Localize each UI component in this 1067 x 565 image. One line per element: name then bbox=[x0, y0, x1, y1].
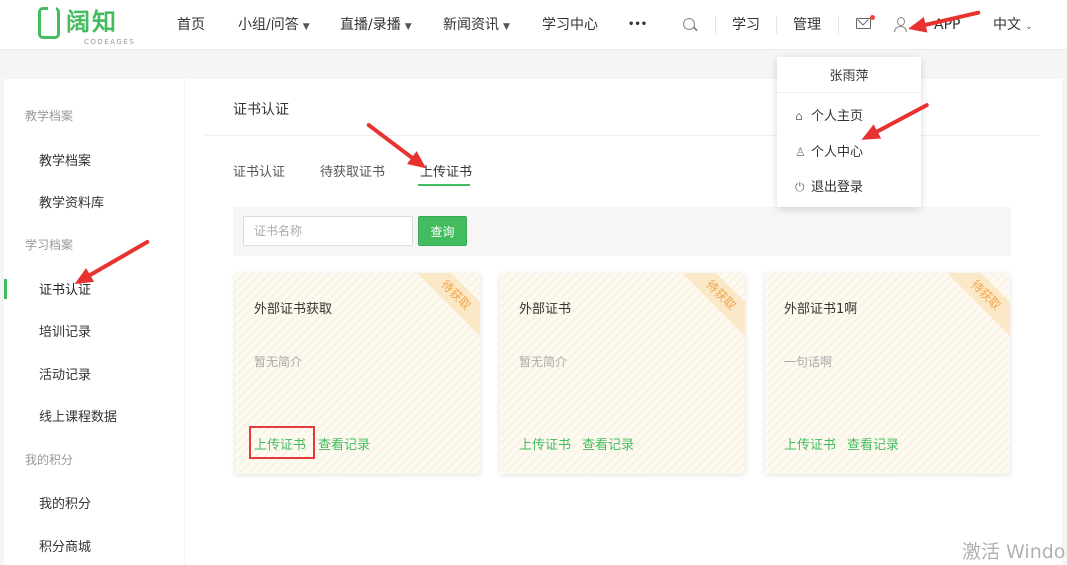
page-title: 证书认证 bbox=[233, 102, 289, 118]
language-select[interactable]: 中文 ⌄ bbox=[993, 0, 1033, 50]
card-description: 暂无简介 bbox=[519, 355, 568, 369]
nav-news[interactable]: 新闻资讯 ▼ bbox=[443, 0, 510, 50]
logo-mark-icon bbox=[38, 7, 60, 39]
main-panel: 证书认证 证书认证 待获取证书 上传证书 查询 待获取 外部证书获取 暂无简介 … bbox=[185, 79, 1062, 565]
status-badge: 待获取 bbox=[412, 273, 480, 339]
nav-study-center[interactable]: 学习中心 bbox=[542, 0, 598, 50]
nav-live-recorded[interactable]: 直播/录播 ▼ bbox=[340, 0, 412, 50]
card-title: 外部证书获取 bbox=[254, 302, 333, 317]
sidebar-item-online-course-data[interactable]: 线上课程数据 bbox=[39, 406, 117, 425]
username: 张雨萍 bbox=[829, 69, 869, 84]
upload-certificate-link[interactable]: 上传证书 bbox=[254, 434, 306, 453]
user-icon[interactable] bbox=[894, 17, 908, 33]
certificate-card: 待获取 外部证书1啊 一句话啊 上传证书 查看记录 bbox=[765, 273, 1010, 474]
sidebar-item-points-mall[interactable]: 积分商城 bbox=[39, 536, 91, 555]
sidebar-item-teaching-archive[interactable]: 教学档案 bbox=[39, 150, 91, 169]
status-badge: 待获取 bbox=[677, 273, 745, 339]
view-records-link[interactable]: 查看记录 bbox=[318, 434, 370, 453]
upload-certificate-link[interactable]: 上传证书 bbox=[519, 434, 571, 453]
search-icon[interactable] bbox=[683, 18, 695, 30]
sidebar-group-teaching: 教学档案 bbox=[25, 109, 74, 123]
card-title: 外部证书1啊 bbox=[784, 302, 858, 317]
search-bar: 查询 bbox=[233, 207, 1011, 256]
upload-certificate-link[interactable]: 上传证书 bbox=[784, 434, 836, 453]
tab-certificate-auth[interactable]: 证书认证 bbox=[233, 161, 285, 180]
certificate-card: 待获取 外部证书获取 暂无简介 上传证书 查看记录 bbox=[235, 273, 480, 474]
sidebar-group-learning: 学习档案 bbox=[25, 238, 74, 252]
card-title: 外部证书 bbox=[519, 302, 572, 317]
logo-subtitle: CODEAGES bbox=[84, 38, 136, 46]
active-tab-underline bbox=[418, 184, 470, 186]
menu-item-personal-home[interactable]: ⌂ 个人主页 bbox=[795, 105, 863, 124]
certificate-card: 待获取 外部证书 暂无简介 上传证书 查看记录 bbox=[500, 273, 745, 474]
nav-app[interactable]: APP bbox=[934, 0, 960, 50]
caret-down-icon: ▼ bbox=[503, 22, 510, 32]
nav-groups-qa[interactable]: 小组/问答 ▼ bbox=[238, 0, 310, 50]
power-icon: ⏻ bbox=[795, 180, 805, 194]
divider bbox=[776, 16, 777, 34]
user-dropdown-menu: 张雨萍 ⌂ 个人主页 ♙ 个人中心 ⏻ 退出登录 bbox=[777, 57, 921, 207]
nav-home[interactable]: 首页 bbox=[177, 0, 205, 50]
view-records-link[interactable]: 查看记录 bbox=[582, 434, 634, 453]
search-button[interactable]: 查询 bbox=[418, 216, 467, 246]
caret-down-icon: ▼ bbox=[404, 22, 412, 32]
caret-down-icon: ▼ bbox=[302, 22, 310, 32]
sidebar-item-teaching-materials[interactable]: 教学资料库 bbox=[39, 192, 104, 211]
logo-text: 阔知 bbox=[66, 8, 118, 36]
notification-dot bbox=[870, 15, 875, 20]
mail-icon[interactable] bbox=[856, 18, 871, 29]
sidebar-group-points: 我的积分 bbox=[25, 453, 74, 467]
sidebar-item-activity-records[interactable]: 活动记录 bbox=[39, 364, 91, 383]
sidebar-item-training-records[interactable]: 培训记录 bbox=[39, 321, 91, 340]
windows-activation-watermark: 激活 Windo bbox=[962, 541, 1066, 563]
view-records-link[interactable]: 查看记录 bbox=[847, 434, 899, 453]
certificate-name-input[interactable] bbox=[243, 216, 413, 246]
card-description: 一句话啊 bbox=[784, 355, 833, 369]
divider bbox=[715, 16, 716, 34]
logo[interactable]: 阔知 CODEAGES bbox=[38, 7, 138, 46]
card-description: 暂无简介 bbox=[254, 355, 303, 369]
nav-study[interactable]: 学习 bbox=[732, 0, 760, 50]
home-icon: ⌂ bbox=[795, 109, 803, 123]
status-badge: 待获取 bbox=[942, 273, 1010, 339]
sidebar: 教学档案 教学档案 教学资料库 学习档案 证书认证 培训记录 活动记录 线上课程… bbox=[4, 79, 184, 565]
divider bbox=[838, 16, 839, 34]
divider bbox=[777, 92, 921, 93]
sidebar-item-my-points[interactable]: 我的积分 bbox=[39, 493, 91, 512]
nav-more-icon[interactable]: ••• bbox=[628, 0, 647, 50]
nav-manage[interactable]: 管理 bbox=[793, 0, 821, 50]
active-indicator bbox=[4, 279, 7, 299]
user-icon: ♙ bbox=[795, 145, 806, 159]
menu-item-logout[interactable]: ⏻ 退出登录 bbox=[795, 176, 863, 195]
tab-pending-certificates[interactable]: 待获取证书 bbox=[320, 161, 385, 180]
menu-item-personal-center[interactable]: ♙ 个人中心 bbox=[795, 141, 863, 160]
chevron-down-icon: ⌄ bbox=[1025, 22, 1033, 32]
